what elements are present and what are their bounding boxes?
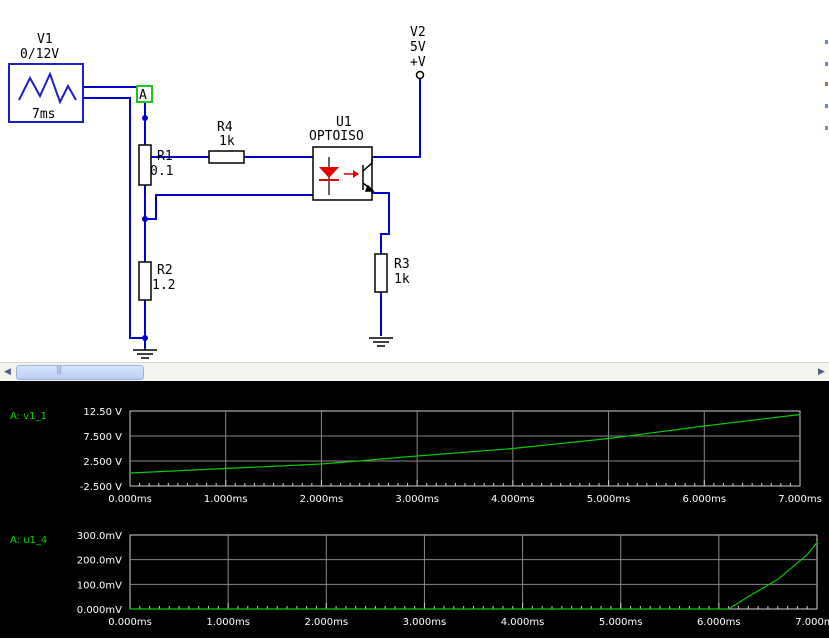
r3-name: R3 bbox=[394, 257, 410, 272]
r4-name: R4 bbox=[217, 120, 233, 135]
r1-value: 0.1 bbox=[150, 164, 173, 179]
r2-resistor[interactable]: R2 1.2 bbox=[138, 261, 175, 301]
plot-frame bbox=[129, 410, 801, 487]
y-tick-label: -2.500 V bbox=[80, 482, 122, 493]
data-point bbox=[512, 447, 514, 450]
v1-value: 0/12V bbox=[20, 47, 59, 62]
v2-supply[interactable]: V2 5V +V bbox=[410, 25, 426, 80]
v1-source[interactable]: V1 0/12V 7ms bbox=[8, 32, 84, 123]
ground-icon bbox=[369, 337, 393, 347]
x-tick-label: 7.000ms bbox=[778, 494, 822, 505]
x-tick-label: 4.000ms bbox=[501, 617, 545, 628]
scrollbar-grip-icon: ||| bbox=[56, 365, 62, 374]
data-point bbox=[620, 608, 622, 610]
r4-resistor[interactable]: R4 1k bbox=[208, 120, 245, 164]
data-point bbox=[227, 608, 229, 610]
data-point bbox=[129, 608, 131, 610]
data-point bbox=[728, 608, 730, 610]
x-tick-label: 1.000ms bbox=[204, 494, 248, 505]
v2-terminal: +V bbox=[410, 55, 426, 70]
x-tick-label: 5.000ms bbox=[599, 617, 643, 628]
data-point bbox=[747, 596, 749, 598]
y-tick-label: 7.500 V bbox=[83, 432, 122, 443]
x-tick-label: 0.000ms bbox=[108, 617, 152, 628]
side-toolbar-strip bbox=[825, 40, 828, 130]
u1-name: U1 bbox=[336, 115, 352, 130]
data-point bbox=[777, 578, 779, 580]
x-tick-label: 2.000ms bbox=[300, 494, 344, 505]
scroll-left-icon[interactable]: ◀ bbox=[1, 365, 14, 379]
v2-value: 5V bbox=[410, 40, 426, 55]
series-line bbox=[129, 413, 801, 474]
x-tick-label: 0.000ms bbox=[108, 494, 152, 505]
u1-part: OPTOISO bbox=[309, 129, 364, 144]
data-point bbox=[806, 554, 808, 556]
r3-resistor[interactable]: R3 1k bbox=[374, 253, 410, 293]
series-line bbox=[130, 542, 818, 610]
wires bbox=[83, 78, 421, 348]
y-tick-label: 0.000mV bbox=[77, 605, 122, 616]
data-point bbox=[703, 425, 705, 427]
grapher-panel: A: v1_1 A: u1_4 12.50 V 7.500 V 2.500 V -2.… bbox=[0, 381, 829, 638]
data-point bbox=[607, 437, 610, 440]
r4-value: 1k bbox=[219, 134, 235, 149]
schematic-canvas[interactable]: V1 0/12V 7ms A R1 0.1 R2 1.2 R4 1k U1 OP… bbox=[0, 0, 829, 362]
data-point bbox=[225, 467, 227, 470]
horizontal-scrollbar[interactable]: ◀ ||| ▶ bbox=[0, 362, 829, 382]
probe-a[interactable]: A bbox=[136, 85, 153, 103]
y-tick-label: 2.500 V bbox=[83, 457, 122, 468]
data-point bbox=[816, 541, 818, 543]
y-tick-label: 200.0mV bbox=[77, 556, 122, 567]
scrollbar-thumb[interactable] bbox=[16, 365, 144, 380]
trace-name: A: v1_1 bbox=[10, 411, 47, 422]
data-point bbox=[521, 608, 524, 610]
data-point bbox=[423, 608, 426, 610]
r3-value: 1k bbox=[394, 272, 410, 287]
r2-value: 1.2 bbox=[152, 278, 175, 293]
y-tick-label: 12.50 V bbox=[83, 407, 122, 418]
data-point bbox=[799, 413, 801, 416]
data-point bbox=[320, 463, 323, 465]
y-tick-label: 300.0mV bbox=[77, 531, 122, 542]
data-point bbox=[325, 608, 327, 610]
v2-name: V2 bbox=[410, 25, 426, 40]
probe-label: A bbox=[139, 88, 147, 103]
x-tick-label: 7.000ms bbox=[795, 617, 829, 628]
scroll-right-icon[interactable]: ▶ bbox=[815, 365, 828, 379]
plot-frame bbox=[129, 534, 818, 610]
data-point bbox=[129, 472, 131, 474]
x-tick-label: 4.000ms bbox=[491, 494, 535, 505]
x-tick-label: 5.000ms bbox=[587, 494, 631, 505]
ground-icon bbox=[133, 348, 157, 359]
x-tick-label: 3.000ms bbox=[403, 617, 447, 628]
data-point bbox=[416, 455, 418, 457]
x-tick-label: 6.000ms bbox=[682, 494, 726, 505]
x-tick-label: 3.000ms bbox=[395, 494, 439, 505]
r1-resistor[interactable]: R1 0.1 bbox=[138, 144, 173, 186]
r2-name: R2 bbox=[157, 263, 173, 278]
v1-name: V1 bbox=[37, 32, 53, 47]
u1-optoisolator[interactable]: U1 OPTOISO bbox=[309, 115, 375, 201]
x-tick-label: 6.000ms bbox=[697, 617, 741, 628]
x-tick-label: 1.000ms bbox=[206, 617, 250, 628]
r1-name: R1 bbox=[157, 149, 173, 164]
supply-terminal-icon bbox=[415, 70, 425, 80]
trace-name: A: u1_4 bbox=[10, 535, 47, 546]
y-tick-label: 100.0mV bbox=[77, 580, 122, 591]
x-tick-label: 2.000ms bbox=[304, 617, 348, 628]
v1-period: 7ms bbox=[32, 107, 55, 122]
